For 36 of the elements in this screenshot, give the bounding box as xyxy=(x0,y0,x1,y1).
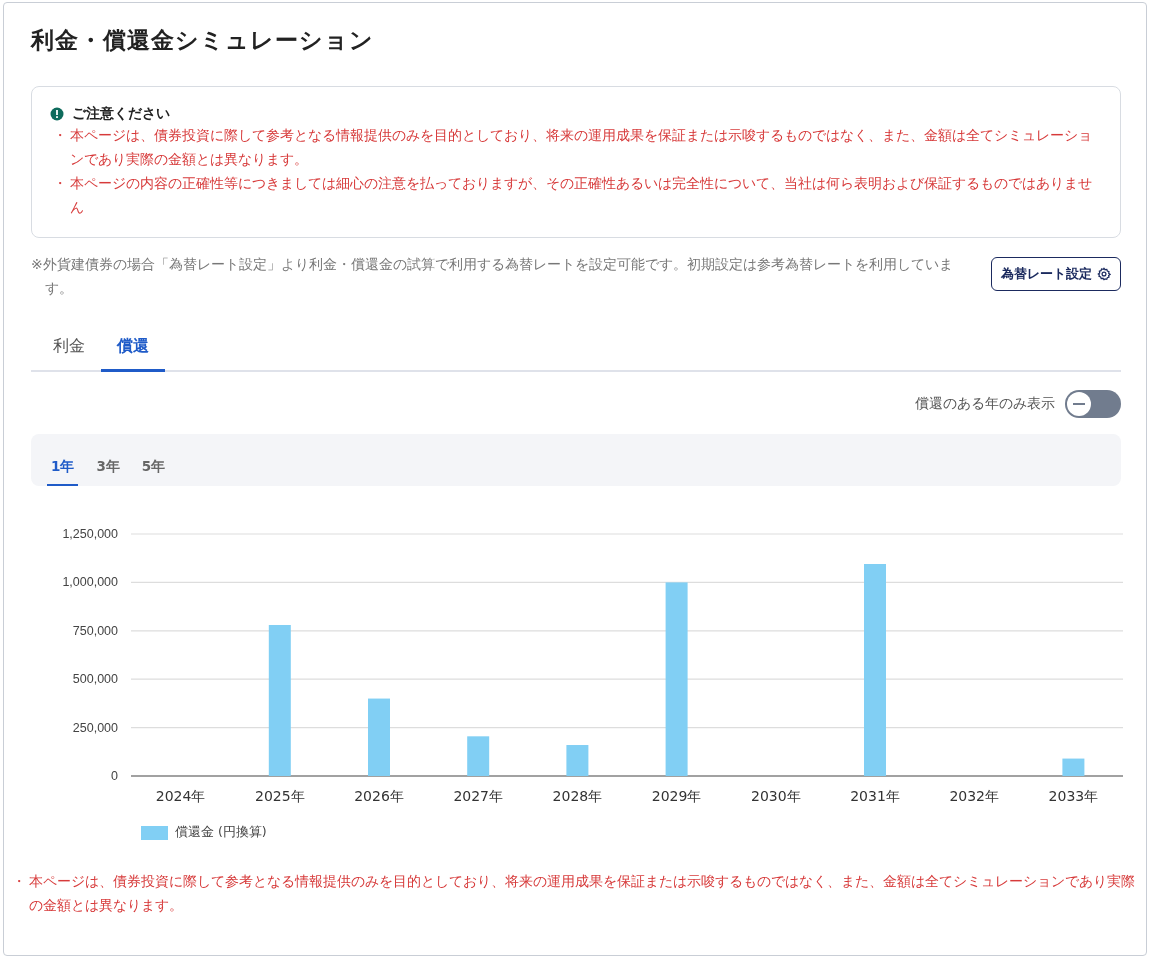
y-axis-label: 1,250,000 xyxy=(62,527,118,541)
period-tab[interactable]: 5年 xyxy=(137,434,170,486)
x-axis-label: 2025年 xyxy=(255,788,305,804)
y-axis-label: 500,000 xyxy=(72,672,118,687)
period-tab[interactable]: 3年 xyxy=(92,434,124,486)
x-axis-label: 2024年 xyxy=(155,788,206,804)
toggle-label: 償還のある年のみ表示 xyxy=(915,395,1055,413)
notice-heading: ご注意ください xyxy=(72,105,170,123)
exclamation-icon xyxy=(50,107,64,121)
toggle-switch[interactable] xyxy=(1065,390,1121,418)
bullet-mark: ・ xyxy=(11,872,27,891)
x-axis-label: 2030年 xyxy=(751,788,801,804)
fx-rate-button[interactable]: 為替レート設定 xyxy=(991,257,1121,291)
y-axis-label: 0 xyxy=(111,769,118,783)
notice-text: 本ページは、債券投資に際して参考となる情報提供のみを目的としており、将来の運用成果を保証または示唆するものではなく、また、金額は全てシミュレーションであり実際の金額とは異なります。 xyxy=(70,126,1093,169)
x-axis-label: 2031年 xyxy=(850,788,900,804)
fx-note: ※外貨建債券の場合「為替レート設定」より利金・償還金の試算で利用する為替レートを設定可能です。初期設定は参考為替レートを利用しています。 xyxy=(31,255,954,298)
x-axis-label: 2028年 xyxy=(552,788,603,804)
notice-text: 本ページの内容の正確性等につきましては細心の注意を払っておりますが、その正確性あるいは完全性について、当社は何ら表明および保証するものではありません xyxy=(70,174,1093,217)
period-tab[interactable]: 1年 xyxy=(47,434,79,486)
x-axis-label: 2029年 xyxy=(651,788,702,804)
x-axis-label: 2032年 xyxy=(949,788,999,804)
footer-note: 本ページは、債券投資に際して参考となる情報提供のみを目的としており、将来の運用成果を保証または示唆するものではなく、また、金額は全てシミュレーションであり実際の金額とは異なります。 xyxy=(29,872,1136,915)
y-axis-label: 250,000 xyxy=(72,720,118,735)
x-axis-label: 2027年 xyxy=(453,788,503,804)
bullet-mark: ・ xyxy=(52,126,68,145)
y-axis-label: 1,000,000 xyxy=(62,575,118,590)
page-title: 利金・償還金シミュレーション xyxy=(31,26,375,55)
tab[interactable]: 償還 xyxy=(101,328,165,372)
y-axis-label: 750,000 xyxy=(72,623,118,638)
legend-label: 償還金 (円換算) xyxy=(175,824,267,841)
settings-icon xyxy=(1097,267,1111,281)
bullet-mark: ・ xyxy=(52,174,68,193)
tab[interactable]: 利金 xyxy=(53,328,85,372)
x-axis-label: 2026年 xyxy=(354,788,404,804)
x-axis-label: 2033年 xyxy=(1048,788,1099,804)
